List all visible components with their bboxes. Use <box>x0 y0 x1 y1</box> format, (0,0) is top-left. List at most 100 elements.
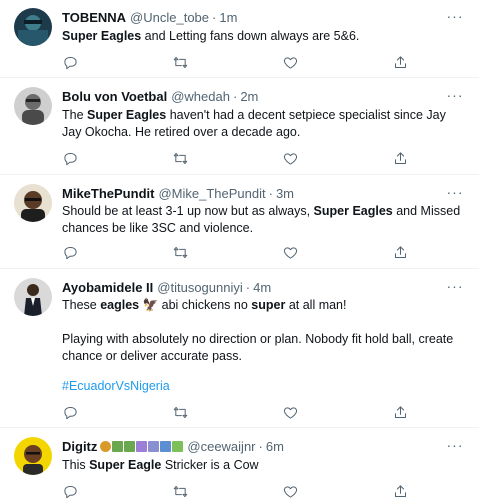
like-button[interactable] <box>282 244 298 260</box>
separator-dot: · <box>232 88 238 104</box>
reply-button[interactable] <box>62 244 78 260</box>
timestamp[interactable]: 2m <box>240 89 258 104</box>
user-handle[interactable]: @Mike_ThePundit <box>158 186 265 201</box>
hashtag-link[interactable]: #EcuadorVsNigeria <box>62 379 170 393</box>
dollar-bill-emoji-icon <box>112 440 124 452</box>
money-with-wings-emoji-icon <box>172 440 184 452</box>
like-button[interactable] <box>282 483 298 499</box>
display-name[interactable]: Digitz <box>62 439 97 454</box>
user-handle[interactable]: @ceewaijnr <box>187 439 255 454</box>
share-icon <box>394 55 406 68</box>
tweet-hashtag-line: #EcuadorVsNigeria <box>62 378 461 395</box>
retweet-icon <box>173 152 187 164</box>
pound-bill-emoji-icon <box>148 440 160 452</box>
avatar[interactable] <box>14 184 52 222</box>
timestamp[interactable]: 4m <box>253 280 271 295</box>
dollar-bill-emoji-icon <box>124 440 136 452</box>
tweet-text: Super Eagles and Letting fans down alway… <box>62 28 461 45</box>
display-name[interactable]: Ayobamidele II <box>62 280 153 295</box>
reply-button[interactable] <box>62 54 78 70</box>
avatar[interactable] <box>14 278 52 316</box>
tweet[interactable]: Ayobamidele II @titusogunniyi · 4m ··· T… <box>0 270 479 428</box>
share-icon <box>394 151 406 164</box>
share-button[interactable] <box>392 483 408 499</box>
like-icon <box>283 246 297 259</box>
share-button[interactable] <box>392 54 408 70</box>
tweet-actions <box>62 150 408 166</box>
tweet[interactable]: Digitz @ceewaijnr · 6m ··· This Super Ea… <box>0 429 479 503</box>
tweet-text: This Super Eagle Stricker is a Cow <box>62 457 461 474</box>
timestamp[interactable]: 1m <box>219 10 237 25</box>
tweet-text-bold: eagles <box>100 298 140 312</box>
retweet-button[interactable] <box>172 244 188 260</box>
user-handle[interactable]: @titusogunniyi <box>157 280 242 295</box>
tweet-header: TOBENNA @Uncle_tobe · 1m <box>62 8 237 26</box>
tweet-text-paragraph: Playing with absolutely no direction or … <box>62 332 454 363</box>
reply-icon <box>63 246 77 259</box>
reply-button[interactable] <box>62 404 78 420</box>
like-button[interactable] <box>282 404 298 420</box>
tweet-header: Bolu von Voetbal @whedah · 2m <box>62 87 258 105</box>
retweet-icon <box>173 485 187 497</box>
tweet-text-part: 🦅 abi chickens no <box>139 298 252 312</box>
avatar[interactable] <box>14 437 52 475</box>
reply-icon <box>63 485 77 498</box>
timestamp[interactable]: 6m <box>266 439 284 454</box>
tweet-text: Should be at least 3-1 up now but as alw… <box>62 203 461 237</box>
display-name[interactable]: Bolu von Voetbal <box>62 89 167 104</box>
more-options-button[interactable]: ··· <box>447 184 463 200</box>
display-name[interactable]: MikeThePundit <box>62 186 154 201</box>
retweet-button[interactable] <box>172 404 188 420</box>
tweet[interactable]: MikeThePundit @Mike_ThePundit · 3m ··· S… <box>0 176 479 269</box>
reply-button[interactable] <box>62 150 78 166</box>
retweet-icon <box>173 406 187 418</box>
tweet-text-part: This <box>62 458 90 472</box>
share-button[interactable] <box>392 244 408 260</box>
like-icon <box>283 152 297 165</box>
yen-bill-emoji-icon <box>160 440 172 452</box>
display-name[interactable]: TOBENNA <box>62 10 126 25</box>
share-icon <box>394 484 406 497</box>
like-button[interactable] <box>282 54 298 70</box>
like-icon <box>283 406 297 419</box>
tweet-header: MikeThePundit @Mike_ThePundit · 3m <box>62 184 294 202</box>
more-options-button[interactable]: ··· <box>447 87 463 103</box>
tweet-text-bold: super <box>251 298 286 312</box>
like-icon <box>283 485 297 498</box>
avatar[interactable] <box>14 8 52 46</box>
like-button[interactable] <box>282 150 298 166</box>
tweet-actions <box>62 483 408 499</box>
more-icon: ··· <box>446 437 464 453</box>
tweet-text: The Super Eagles haven't had a decent se… <box>62 107 461 141</box>
share-button[interactable] <box>392 404 408 420</box>
more-icon: ··· <box>446 278 464 294</box>
retweet-icon <box>173 56 187 68</box>
reply-icon <box>63 406 77 419</box>
tweet-text-part: These <box>62 298 101 312</box>
user-handle[interactable]: @Uncle_tobe <box>130 10 209 25</box>
retweet-button[interactable] <box>172 150 188 166</box>
more-icon: ··· <box>446 87 464 103</box>
retweet-icon <box>173 246 187 258</box>
share-button[interactable] <box>392 150 408 166</box>
tweet-actions <box>62 404 408 420</box>
user-handle[interactable]: @whedah <box>171 89 230 104</box>
tweet[interactable]: TOBENNA @Uncle_tobe · 1m ··· Super Eagle… <box>0 0 479 78</box>
avatar[interactable] <box>14 87 52 125</box>
tweet-actions <box>62 244 408 260</box>
tweet-text-part: at all man! <box>285 298 347 312</box>
separator-dot: · <box>212 9 217 25</box>
timestamp[interactable]: 3m <box>276 186 294 201</box>
separator-dot: · <box>268 185 273 201</box>
share-icon <box>394 245 406 258</box>
retweet-button[interactable] <box>172 483 188 499</box>
more-options-button[interactable]: ··· <box>447 8 463 24</box>
reply-button[interactable] <box>62 483 78 499</box>
more-options-button[interactable]: ··· <box>447 278 463 294</box>
tweet-text-part: The <box>62 108 88 122</box>
more-options-button[interactable]: ··· <box>447 437 463 453</box>
tweet-feed: TOBENNA @Uncle_tobe · 1m ··· Super Eagle… <box>0 0 479 503</box>
retweet-button[interactable] <box>172 54 188 70</box>
tweet-text-bold: Super Eagle <box>89 458 162 472</box>
tweet[interactable]: Bolu von Voetbal @whedah · 2m ··· The Su… <box>0 79 479 175</box>
